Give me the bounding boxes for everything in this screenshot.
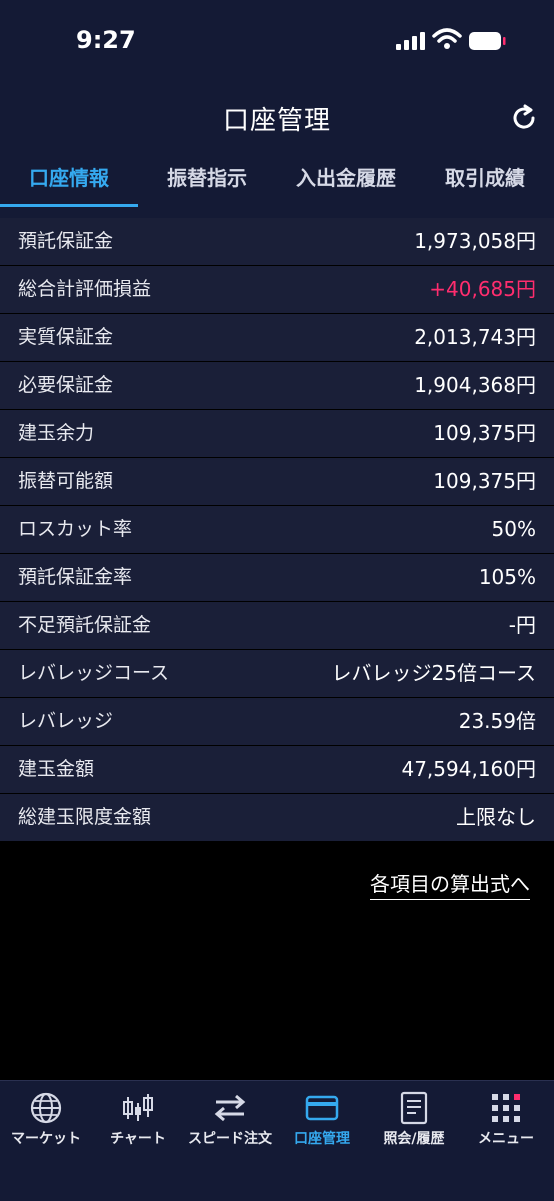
row-label: 不足預託保証金 [18,614,152,636]
candlestick-icon [123,1094,153,1121]
page-title: 口座管理 [222,106,331,136]
battery-icon [469,32,506,50]
table-row: 預託保証金 1,973,058円 [0,218,554,265]
nav-history[interactable]: 照会/履歴 [368,1081,460,1161]
table-row: 預託保証金率 105% [0,554,554,601]
swap-arrows-icon [214,1094,246,1122]
nav-label: チャート [110,1131,166,1147]
row-label: レバレッジコース [18,662,170,684]
table-row: 必要保証金 1,904,368円 [0,362,554,409]
table-row: 不足預託保証金 -円 [0,602,554,649]
row-value: 1,973,058円 [414,229,536,253]
row-label: 建玉金額 [18,758,95,780]
tab-bar: 口座情報 振替指示 入出金履歴 取引成績 [0,150,554,208]
row-value: レバレッジ25倍コース [331,661,536,685]
nav-label: 照会/履歴 [383,1131,445,1147]
globe-icon [30,1092,62,1124]
row-label: 総建玉限度金額 [18,806,152,828]
tab-deposit-history[interactable]: 入出金履歴 [276,150,416,208]
row-label: 実質保証金 [18,326,114,348]
table-row: 総合計評価損益 +40,685円 [0,266,554,313]
nav-speed-order[interactable]: スピード注文 [184,1081,276,1161]
row-label: 預託保証金率 [18,566,133,588]
nav-account[interactable]: 口座管理 [276,1081,368,1161]
row-value: 105% [478,565,536,589]
row-value: 109,375円 [433,469,536,493]
status-bar: 9:27 [0,0,554,80]
row-label: 建玉余力 [18,422,95,444]
row-label: 総合計評価損益 [18,278,152,300]
table-row: レバレッジコース レバレッジ25倍コース [0,650,554,697]
row-label: レバレッジ [18,710,114,732]
active-tab-indicator [0,204,138,207]
card-icon [305,1095,339,1121]
nav-label: マーケット [11,1131,81,1147]
row-value: 1,904,368円 [414,373,536,397]
tab-trade-results[interactable]: 取引成績 [416,150,554,208]
nav-label: 口座管理 [294,1131,350,1147]
table-row: 振替可能額 109,375円 [0,458,554,505]
row-value: +40,685円 [429,277,536,301]
table-row: 総建玉限度金額 上限なし [0,794,554,841]
nav-label: スピード注文 [188,1131,272,1147]
row-value: -円 [508,613,536,637]
nav-chart[interactable]: チャート [92,1081,184,1161]
wifi-icon [432,28,462,49]
formula-link[interactable]: 各項目の算出式へ [370,868,530,900]
row-value: 23.59倍 [458,709,536,733]
tab-transfer[interactable]: 振替指示 [138,150,276,208]
row-label: 預託保証金 [18,230,114,252]
cellular-signal-icon [396,32,425,50]
table-row: 建玉余力 109,375円 [0,410,554,457]
table-row: レバレッジ 23.59倍 [0,698,554,745]
nav-market[interactable]: マーケット [0,1081,92,1161]
document-icon [400,1091,428,1125]
row-label: ロスカット率 [18,518,133,540]
row-label: 振替可能額 [18,470,114,492]
row-value: 上限なし [456,805,536,829]
table-row: ロスカット率 50% [0,506,554,553]
row-label: 必要保証金 [18,374,114,396]
status-time: 9:27 [76,26,136,54]
refresh-icon[interactable] [508,102,540,134]
row-value: 2,013,743円 [414,325,536,349]
row-value: 109,375円 [433,421,536,445]
row-value: 50% [491,517,536,541]
nav-menu[interactable]: メニュー [460,1081,552,1161]
bottom-nav: マーケット チャート スピード注文 口座管理 照会/履歴 メニュー [0,1080,554,1201]
nav-label: メニュー [478,1131,534,1147]
row-value: 47,594,160円 [401,757,536,781]
table-row: 実質保証金 2,013,743円 [0,314,554,361]
table-row: 建玉金額 47,594,160円 [0,746,554,793]
grid-menu-icon [492,1094,520,1122]
app-header: 口座管理 [0,92,554,142]
tab-account-info[interactable]: 口座情報 [0,150,138,208]
